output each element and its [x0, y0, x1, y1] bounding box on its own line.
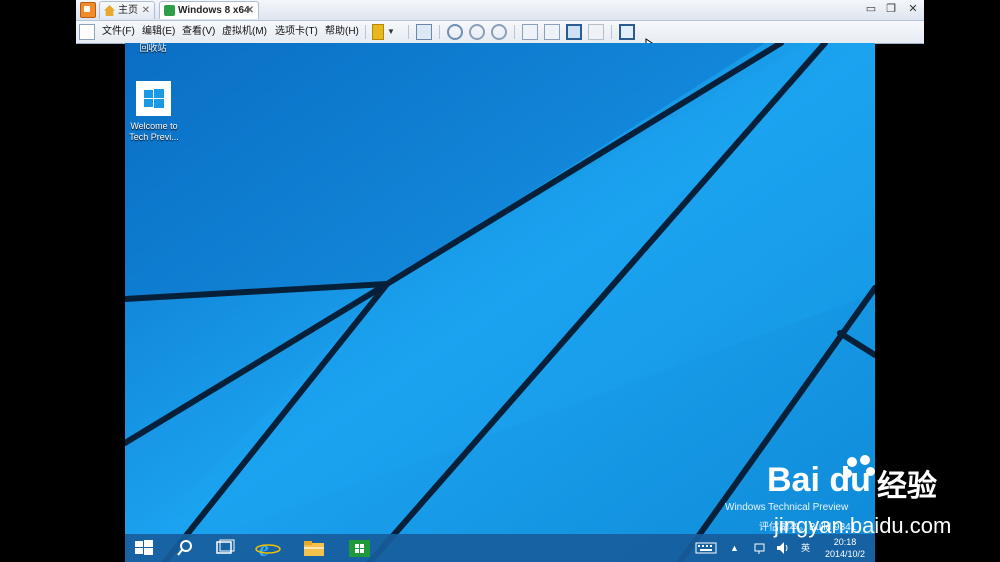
baidu-logo: Bai du [767, 461, 871, 499]
toolbar-separator [514, 25, 515, 39]
clock-date: 2014/10/2 [824, 549, 865, 559]
revert-snapshot-icon[interactable] [469, 24, 485, 40]
baidu-url: jingyan.baidu.com [774, 513, 952, 538]
unity-icon[interactable] [588, 24, 604, 40]
menu-vm[interactable]: 虚拟机(M) [222, 21, 267, 43]
windows-logo-icon[interactable] [136, 81, 171, 116]
task-view-icon[interactable] [205, 534, 245, 562]
thumbnail-bar-icon[interactable] [544, 24, 560, 40]
show-hidden-icons-icon[interactable]: ▲ [730, 534, 739, 562]
dropdown-arrow-icon[interactable]: ▼ [387, 24, 403, 40]
toolbar-separator [439, 25, 440, 39]
home-icon [104, 5, 115, 16]
console-view-icon[interactable] [619, 24, 635, 40]
internet-explorer-icon[interactable]: e [247, 534, 287, 562]
touch-keyboard-icon[interactable] [695, 534, 717, 562]
desktop-wallpaper [125, 43, 875, 562]
taskbar: e ▲ 英 20:18 2014/10/2 [125, 534, 875, 562]
snapshot-icon[interactable] [447, 24, 463, 40]
start-button[interactable] [125, 534, 165, 562]
sidebar-toggle-icon[interactable] [522, 24, 538, 40]
vmware-menubar: 文件(F) 编辑(E) 查看(V) 虚拟机(M) 选项卡(T) 帮助(H) ▼ [76, 21, 924, 44]
vm-icon [164, 5, 175, 16]
vmware-app-icon[interactable] [80, 2, 96, 18]
toolbar-separator [365, 25, 366, 39]
guest-desktop[interactable]: 回收站 Welcome to Tech Previ... Windows Tec… [125, 43, 875, 562]
welcome-shortcut-label[interactable]: Welcome to Tech Previ... [125, 121, 183, 143]
pin-icon[interactable] [79, 24, 95, 40]
pause-icon[interactable] [372, 24, 384, 40]
svg-text:e: e [259, 536, 269, 561]
menu-file[interactable]: 文件(F) [102, 21, 135, 43]
store-icon[interactable] [339, 534, 379, 562]
tab-windows8-label: Windows 8 x64 [178, 5, 250, 16]
close-window-icon[interactable]: ✕ [906, 2, 920, 16]
menu-view[interactable]: 查看(V) [182, 21, 215, 43]
baidu-jingyan-watermark: Bai du 经验 jingyan.baidu.com [767, 455, 997, 545]
tab-home-label: 主页 [118, 5, 138, 16]
tab-home[interactable]: 主页 ✕ [99, 1, 155, 19]
fullscreen-icon[interactable] [566, 24, 582, 40]
close-icon[interactable]: ✕ [246, 2, 254, 20]
tab-windows8[interactable]: Windows 8 x64 ✕ [159, 1, 259, 19]
minimize-icon[interactable]: ▭ [864, 2, 878, 16]
close-icon[interactable]: ✕ [142, 2, 150, 20]
toolbar-separator [611, 25, 612, 39]
snapshot-manager-icon[interactable] [491, 24, 507, 40]
jingyan-label: 经验 [877, 470, 937, 503]
file-explorer-icon[interactable] [293, 534, 333, 562]
search-icon[interactable] [165, 534, 205, 562]
restore-icon[interactable]: ❐ [884, 2, 898, 16]
network-tray-icon[interactable] [753, 534, 767, 562]
menu-tabs[interactable]: 选项卡(T) [275, 21, 318, 43]
toolbar-separator [408, 25, 409, 39]
recycle-bin-label[interactable]: 回收站 [133, 43, 173, 54]
menu-edit[interactable]: 编辑(E) [142, 21, 175, 43]
vmware-tab-bar: 主页 ✕ Windows 8 x64 ✕ ▭ ❐ ✕ [76, 0, 924, 21]
network-icon[interactable] [416, 24, 432, 40]
menu-help[interactable]: 帮助(H) [325, 21, 359, 43]
